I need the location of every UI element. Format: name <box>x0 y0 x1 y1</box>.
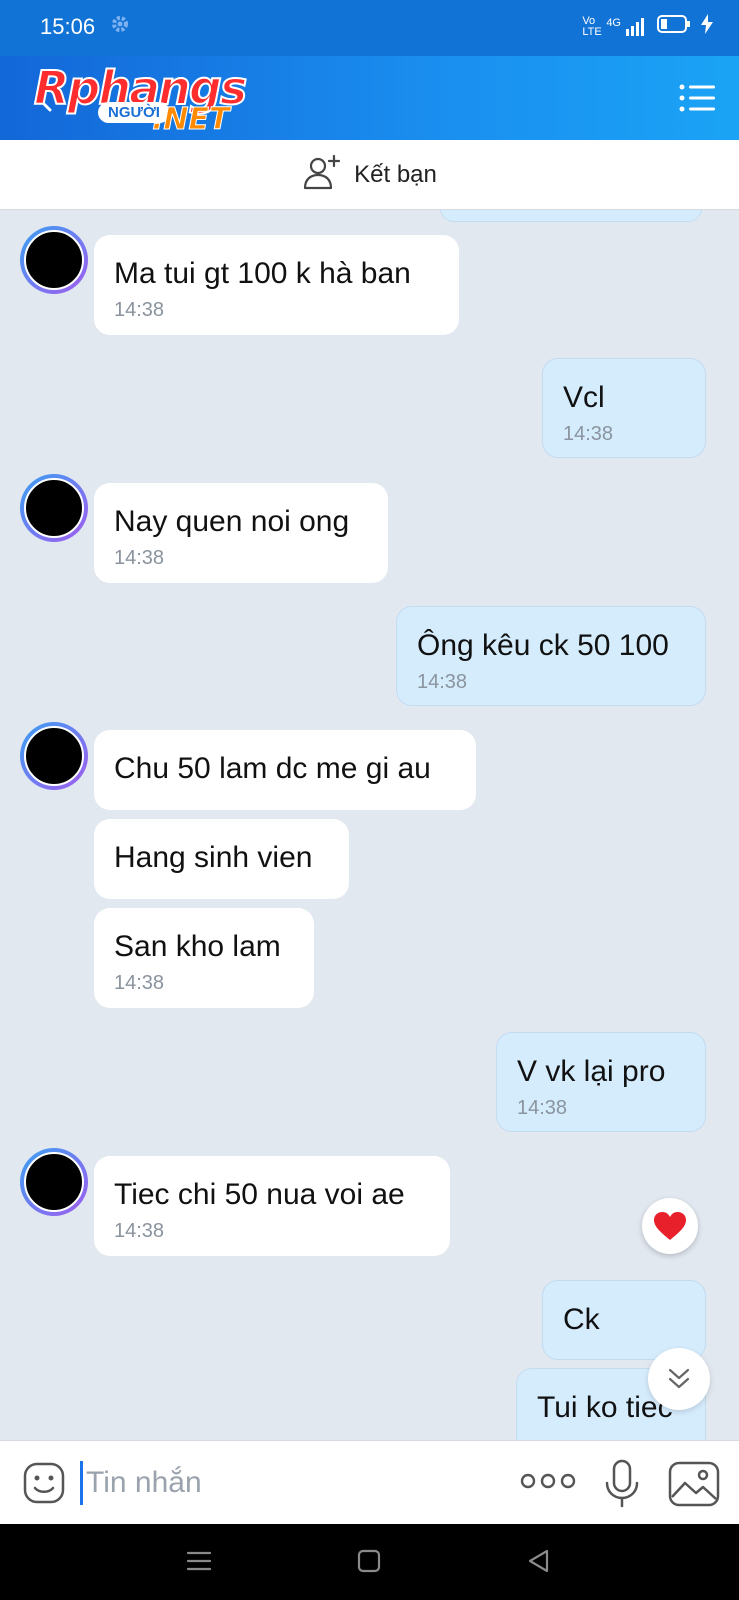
recent-apps-button[interactable] <box>186 1548 212 1579</box>
message-text: Chu 50 lam dc me gi au <box>114 752 431 785</box>
message-text: Tiec chi 50 nua voi ae <box>114 1178 405 1211</box>
microphone-icon <box>605 1459 639 1508</box>
message-text: Hang sinh vien <box>114 841 313 874</box>
previous-message-bubble <box>440 210 702 222</box>
message-bubble[interactable]: Tiec chi 50 nua voi ae 14:38 <box>94 1156 450 1256</box>
message-text: Ma tui gt 100 k hà ban <box>114 257 411 290</box>
message-list[interactable]: Ma tui gt 100 k hà ban 14:38 Vcl 14:38 N… <box>0 210 739 1440</box>
message-bubble[interactable]: Chu 50 lam dc me gi au <box>94 730 476 810</box>
message-text: Ck <box>563 1303 600 1336</box>
more-options-button[interactable] <box>520 1469 576 1498</box>
message-text: Ông kêu ck 50 100 <box>417 629 669 662</box>
status-icons: Vo LTE 4G <box>582 14 713 39</box>
menu-lines-icon <box>186 1551 212 1571</box>
image-icon <box>668 1461 720 1507</box>
list-menu-icon <box>679 84 715 112</box>
square-icon <box>357 1549 381 1573</box>
message-bubble[interactable]: Hang sinh vien <box>94 819 349 899</box>
system-nav-bar <box>0 1524 739 1600</box>
avatar[interactable] <box>20 1148 88 1216</box>
menu-button[interactable] <box>677 80 717 116</box>
heart-reaction[interactable] <box>642 1198 698 1254</box>
add-friend-label: Kết bạn <box>354 160 437 188</box>
avatar[interactable] <box>20 226 88 294</box>
triangle-back-icon <box>528 1549 549 1573</box>
message-input-bar <box>0 1440 739 1524</box>
avatar[interactable] <box>20 722 88 790</box>
message-time: 14:38 <box>517 1097 568 1119</box>
voice-message-button[interactable] <box>604 1459 640 1514</box>
message-bubble[interactable]: Ông kêu ck 50 100 14:38 <box>396 606 706 706</box>
battery-icon <box>657 15 691 38</box>
message-input[interactable] <box>86 1459 486 1507</box>
message-bubble[interactable]: V vk lại pro 14:38 <box>496 1032 706 1132</box>
message-time: 14:38 <box>114 972 165 994</box>
chat-header: Rphangs NGƯỜI .NET <box>0 56 739 140</box>
sticker-icon <box>23 1462 65 1504</box>
image-picker-button[interactable] <box>668 1461 720 1512</box>
message-time: 14:38 <box>417 671 468 693</box>
scroll-to-bottom-button[interactable] <box>648 1348 710 1410</box>
message-time: 14:38 <box>114 547 165 569</box>
add-friend-bar[interactable]: Kết bạn <box>0 140 739 210</box>
logo-net-text: .NET <box>151 102 230 138</box>
status-bar: 15:06 Vo LTE 4G <box>0 0 739 56</box>
message-text: Nay quen noi ong <box>114 505 350 538</box>
watermark-logo: Rphangs NGƯỜI .NET <box>33 60 264 140</box>
home-button[interactable] <box>356 1548 382 1579</box>
message-bubble[interactable]: San kho lam 14:38 <box>94 908 314 1008</box>
message-text: Vcl <box>563 381 605 414</box>
gear-icon <box>110 14 130 39</box>
avatar[interactable] <box>20 474 88 542</box>
add-friend-icon <box>302 152 342 197</box>
double-chevron-down-icon <box>668 1368 690 1389</box>
message-bubble[interactable]: Vcl 14:38 <box>542 358 706 458</box>
message-time: 14:38 <box>114 1220 165 1242</box>
status-time: 15:06 <box>40 14 96 39</box>
text-caret <box>80 1461 83 1505</box>
message-bubble[interactable]: Nay quen noi ong 14:38 <box>94 483 388 583</box>
network-label: 4G <box>606 16 621 29</box>
volte-icon: Vo LTE <box>582 14 602 38</box>
back-nav-button[interactable] <box>526 1548 552 1579</box>
message-time: 14:38 <box>563 423 614 445</box>
message-text: San kho lam <box>114 930 281 963</box>
message-time: 14:38 <box>114 299 165 321</box>
heart-icon <box>654 1212 686 1240</box>
sticker-button[interactable] <box>22 1461 66 1510</box>
signal-icon: 4G <box>606 17 647 37</box>
message-text: V vk lại pro <box>517 1055 666 1088</box>
charging-icon <box>701 14 713 39</box>
more-dots-icon <box>520 1473 576 1489</box>
message-bubble[interactable]: Ma tui gt 100 k hà ban 14:38 <box>94 235 459 335</box>
